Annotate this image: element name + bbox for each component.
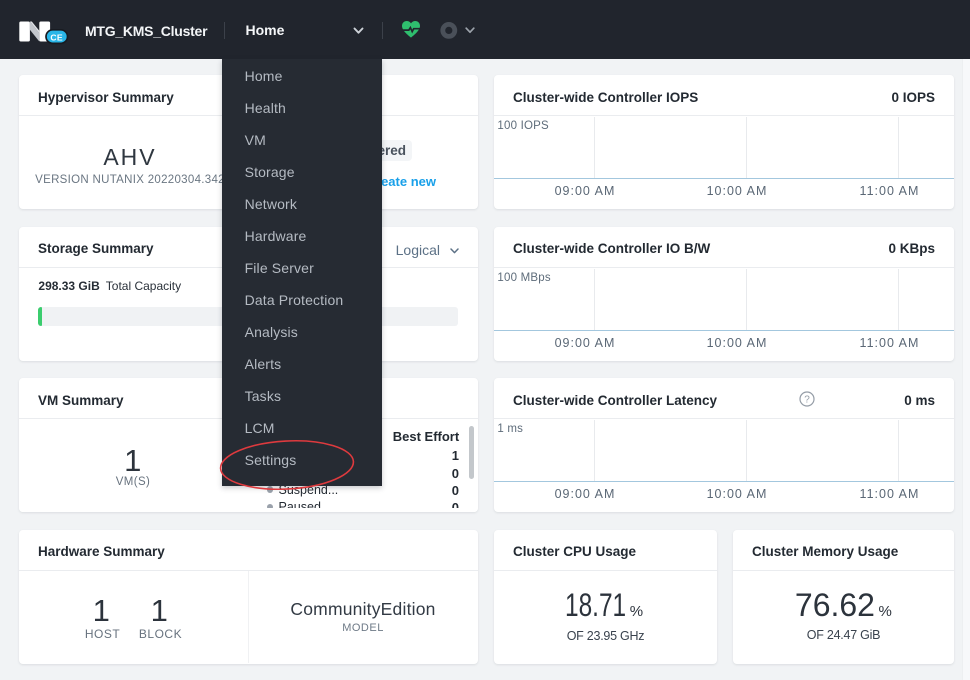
svg-text:CE: CE — [50, 32, 63, 42]
svg-text:?: ? — [804, 395, 810, 406]
